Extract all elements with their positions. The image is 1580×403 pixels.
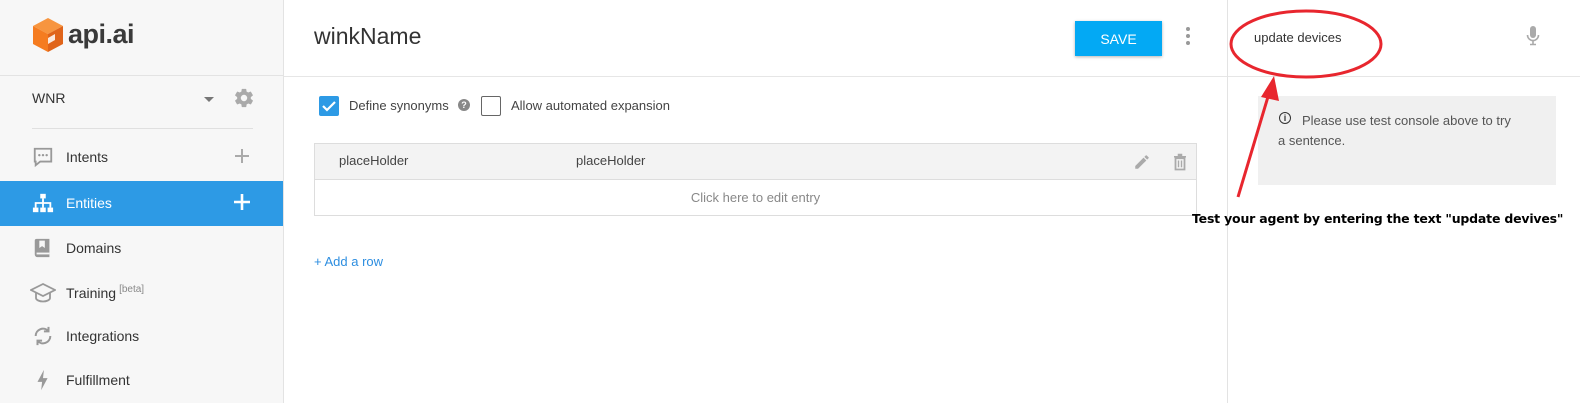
sidebar-item-training[interactable]: Training [beta] bbox=[0, 270, 283, 315]
sidebar-item-domains[interactable]: Domains bbox=[0, 226, 283, 271]
sidebar-item-label: Integrations bbox=[66, 328, 140, 344]
agent-name: WNR bbox=[32, 90, 66, 106]
edit-entry-placeholder[interactable]: Click here to edit entry bbox=[315, 180, 1196, 216]
logo-text: api.ai bbox=[68, 19, 135, 49]
sidebar: api.ai WNR Intents Entities Domains Trai… bbox=[0, 0, 284, 403]
entity-name[interactable]: winkName bbox=[314, 23, 421, 50]
save-button[interactable]: SAVE bbox=[1075, 21, 1162, 56]
define-synonyms-label: Define synonyms bbox=[349, 98, 449, 113]
hierarchy-icon bbox=[32, 193, 54, 213]
logo-area: api.ai bbox=[0, 0, 283, 76]
entry-reference-value: placeHolder bbox=[339, 153, 409, 168]
pencil-icon[interactable] bbox=[1133, 153, 1151, 171]
entity-editor: winkName SAVE Define synonyms ? Allow au… bbox=[284, 0, 1227, 403]
book-icon bbox=[34, 238, 50, 258]
sidebar-item-fulfillment[interactable]: Fulfillment bbox=[0, 358, 283, 403]
table-row[interactable]: placeHolder placeHolder bbox=[315, 144, 1196, 180]
divider bbox=[32, 128, 253, 129]
sidebar-item-entities[interactable]: Entities bbox=[0, 181, 283, 226]
info-box: i Please use test console above to try a… bbox=[1258, 96, 1556, 185]
add-row-link[interactable]: + Add a row bbox=[314, 254, 383, 269]
sidebar-item-label: Training [beta] bbox=[66, 284, 145, 301]
allow-expansion-checkbox[interactable] bbox=[481, 96, 501, 116]
sidebar-item-integrations[interactable]: Integrations bbox=[0, 314, 283, 359]
annotation-caption: Test your agent by entering the text "up… bbox=[1192, 211, 1564, 226]
checkmark-icon bbox=[322, 101, 336, 112]
chevron-down-icon[interactable] bbox=[204, 97, 214, 102]
gear-icon[interactable] bbox=[233, 87, 255, 109]
api-ai-logo-icon bbox=[33, 18, 63, 52]
define-synonyms-checkbox[interactable] bbox=[319, 96, 339, 116]
chat-icon bbox=[33, 147, 53, 168]
help-icon[interactable]: ? bbox=[458, 99, 470, 111]
more-vert-icon[interactable] bbox=[1184, 27, 1192, 47]
add-intent-button[interactable] bbox=[233, 147, 251, 165]
test-console-header bbox=[1228, 0, 1580, 77]
sidebar-item-label: Entities bbox=[66, 195, 112, 211]
sidebar-item-intents[interactable]: Intents bbox=[0, 135, 283, 180]
sidebar-item-label: Domains bbox=[66, 240, 122, 256]
sidebar-item-label: Intents bbox=[66, 149, 109, 165]
editor-header: winkName SAVE bbox=[284, 0, 1227, 77]
bolt-icon bbox=[37, 369, 48, 391]
info-message: Please use test console above to try a s… bbox=[1278, 113, 1511, 148]
sync-icon bbox=[34, 326, 52, 346]
graduation-cap-icon bbox=[30, 282, 56, 303]
test-console-panel: i Please use test console above to try a… bbox=[1227, 0, 1580, 403]
beta-badge: [beta] bbox=[119, 284, 145, 295]
allow-expansion-label: Allow automated expansion bbox=[511, 98, 670, 113]
add-entity-button[interactable] bbox=[233, 193, 251, 211]
trash-icon[interactable] bbox=[1171, 152, 1189, 172]
sidebar-item-label: Fulfillment bbox=[66, 372, 130, 388]
test-console-input[interactable] bbox=[1254, 26, 1504, 48]
microphone-icon[interactable] bbox=[1526, 26, 1540, 46]
entries-table: placeHolder placeHolder Click here to ed… bbox=[314, 143, 1197, 216]
entry-synonyms: placeHolder bbox=[576, 153, 646, 168]
